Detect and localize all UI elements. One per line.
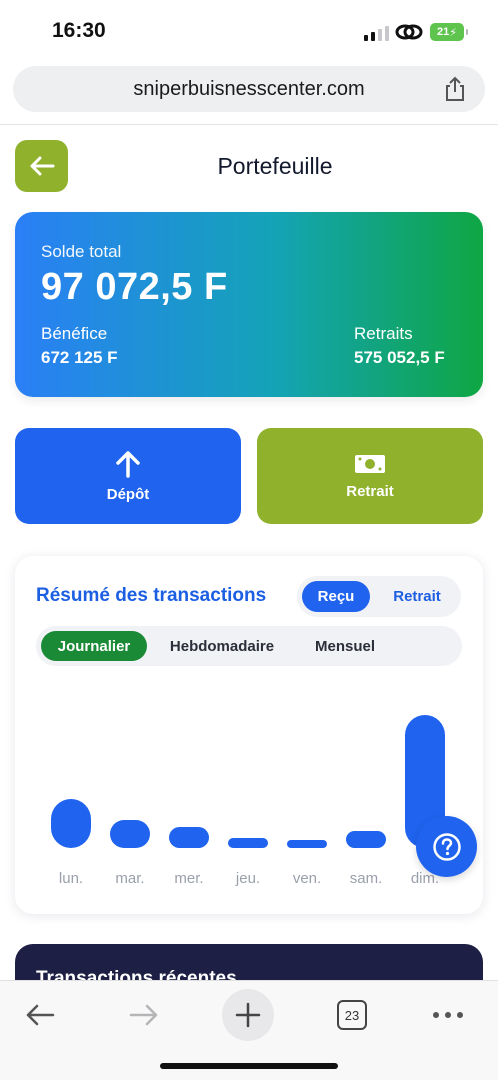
help-button[interactable] (416, 816, 477, 877)
tab-monthly[interactable]: Mensuel (304, 631, 386, 661)
link-icon (395, 24, 423, 40)
type-withdraw-option[interactable]: Retrait (379, 581, 455, 612)
chart-bar-2 (169, 827, 209, 848)
arrow-up-icon (116, 450, 140, 478)
status-time: 16:30 (52, 19, 106, 42)
status-bar: 16:30 21 ⚡ (0, 0, 498, 62)
chart-day-label: jeu. (235, 870, 261, 887)
share-icon[interactable] (443, 76, 467, 102)
type-toggle: Reçu Retrait (297, 576, 461, 617)
chart-bar-4 (287, 840, 327, 848)
arrow-left-icon (26, 1004, 55, 1026)
page-title: Portefeuille (217, 153, 333, 179)
question-icon (432, 832, 461, 861)
chart-bar-3 (228, 837, 268, 848)
profit-label: Bénéfice (41, 324, 108, 343)
balance-label: Solde total (41, 242, 122, 261)
chart-bar-1 (110, 820, 150, 848)
arrow-right-icon (129, 1004, 158, 1026)
new-tab-button[interactable] (222, 989, 274, 1041)
withdrawals-value: 575 052,5 F (354, 348, 445, 367)
browser-forward-button[interactable] (118, 989, 170, 1041)
summary-title: Résumé des transactions (36, 585, 267, 606)
battery-icon: 21 ⚡ (430, 23, 468, 41)
withdraw-button[interactable]: Retrait (257, 428, 483, 524)
banknote-icon (355, 454, 385, 473)
chart-bar-0 (51, 799, 91, 848)
browser-back-button[interactable] (14, 989, 66, 1041)
chart-bar-5 (346, 830, 386, 848)
tabs-button[interactable]: 23 (326, 989, 378, 1041)
signal-icon (364, 26, 389, 41)
chart-day-label: mar. (115, 870, 145, 887)
tabs-count: 23 (337, 1000, 367, 1030)
deposit-label: Dépôt (106, 485, 150, 503)
tab-weekly[interactable]: Hebdomadaire (160, 631, 284, 661)
transactions-bar-chart: lun. mar. mer. jeu. ven. sam. dim. (15, 686, 483, 901)
transactions-summary-card: Résumé des transactions Reçu Retrait Jou… (15, 556, 483, 914)
divider (0, 124, 498, 125)
more-button[interactable] (422, 989, 474, 1041)
profit-value: 672 125 F (41, 348, 118, 367)
withdrawals-label: Retraits (354, 324, 413, 343)
chart-day-label: mer. (174, 870, 204, 887)
withdraw-label: Retrait (346, 482, 394, 500)
url-bar[interactable]: sniperbuisnesscenter.com (13, 66, 485, 112)
url-text: sniperbuisnesscenter.com (133, 77, 365, 100)
balance-card: Solde total 97 072,5 F Bénéfice 672 125 … (15, 212, 483, 397)
home-indicator (160, 1063, 338, 1069)
chart-day-label: lun. (58, 870, 84, 887)
deposit-button[interactable]: Dépôt (15, 428, 241, 524)
type-received-option[interactable]: Reçu (302, 581, 370, 612)
balance-value: 97 072,5 F (41, 266, 228, 308)
chart-day-label: sam. (349, 870, 383, 887)
period-tabs: Journalier Hebdomadaire Mensuel (36, 626, 462, 666)
plus-icon (235, 1002, 261, 1028)
chart-day-label: ven. (292, 870, 322, 887)
more-icon (433, 1012, 463, 1018)
tab-daily[interactable]: Journalier (41, 631, 147, 661)
